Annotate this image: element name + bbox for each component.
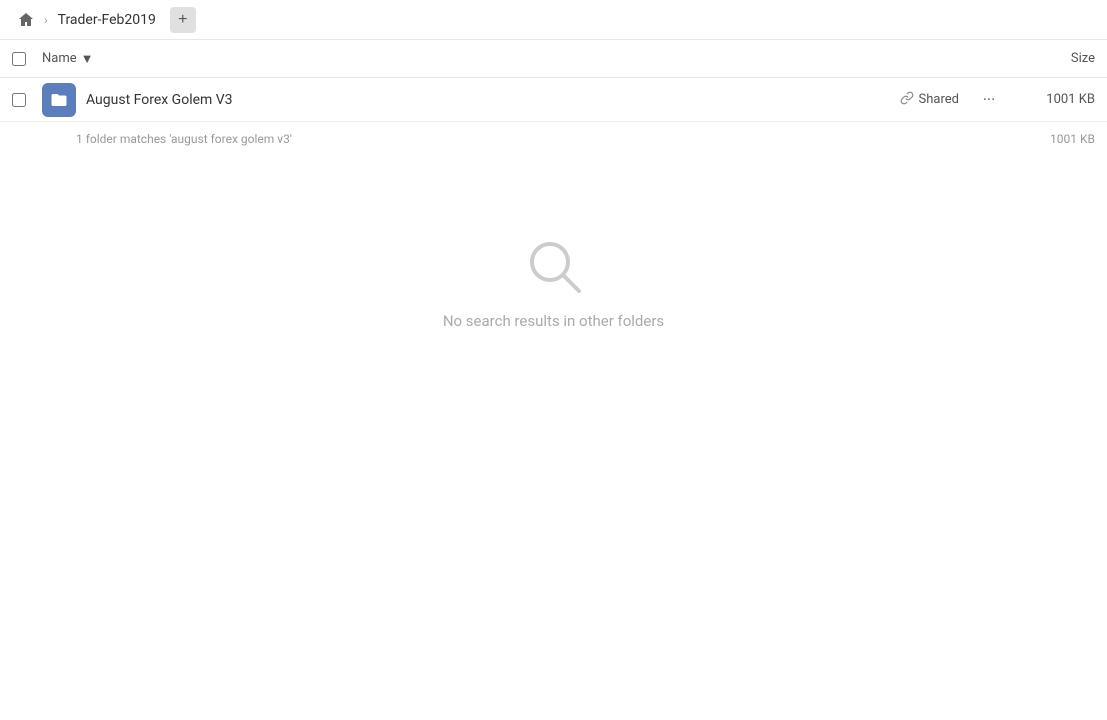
no-results-icon xyxy=(524,236,584,296)
select-all-checkbox[interactable] xyxy=(12,52,26,66)
breadcrumb-bar: › Trader-Feb2019 + xyxy=(0,0,1107,40)
file-size: 1001 KB xyxy=(1015,92,1095,107)
file-checkbox-container[interactable] xyxy=(12,93,42,107)
size-column-header: Size xyxy=(1015,51,1095,66)
select-all-checkbox-container[interactable] xyxy=(12,52,42,66)
breadcrumb-folder[interactable]: Trader-Feb2019 xyxy=(52,8,162,32)
folder-icon xyxy=(42,83,76,117)
file-name[interactable]: August Forex Golem V3 xyxy=(86,92,900,108)
home-button[interactable] xyxy=(12,6,40,34)
file-row[interactable]: August Forex Golem V3 Shared ··· 1001 KB xyxy=(0,78,1107,122)
add-tab-button[interactable]: + xyxy=(170,7,196,33)
empty-state: No search results in other folders xyxy=(0,156,1107,370)
summary-row: 1 folder matches 'august forex golem v3'… xyxy=(0,122,1107,156)
sort-indicator: ▼ xyxy=(81,51,94,67)
breadcrumb-chevron-icon: › xyxy=(44,13,48,27)
name-column-label: Name xyxy=(42,51,77,66)
summary-size: 1001 KB xyxy=(1015,132,1095,146)
link-icon xyxy=(900,91,914,109)
summary-text: 1 folder matches 'august forex golem v3' xyxy=(76,132,1015,146)
more-options-button[interactable]: ··· xyxy=(975,86,1003,114)
no-results-message: No search results in other folders xyxy=(443,312,664,330)
shared-status: Shared xyxy=(900,91,959,109)
shared-label: Shared xyxy=(919,92,959,107)
column-header: Name ▼ Size xyxy=(0,40,1107,78)
file-checkbox[interactable] xyxy=(12,93,26,107)
name-column-header[interactable]: Name ▼ xyxy=(42,51,1015,67)
